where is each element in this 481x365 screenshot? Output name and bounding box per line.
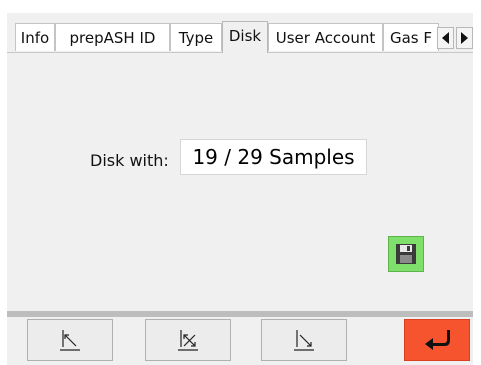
tab-gas[interactable]: Gas F [383, 23, 439, 51]
tab-scroll-left-button[interactable] [437, 27, 454, 49]
tab-scroll-buttons [437, 27, 473, 49]
triangle-left-icon [442, 32, 449, 44]
tab-prepash-id[interactable]: prepASH ID [55, 23, 170, 51]
arrow-up-left-icon [60, 330, 80, 351]
floppy-disk-icon [396, 244, 416, 264]
tab-scroll-right-button[interactable] [456, 27, 473, 49]
tab-strip: Info prepASH ID Type Disk User Account G… [7, 21, 473, 53]
nav-last-button[interactable] [261, 319, 347, 361]
app-window: Info prepASH ID Type Disk User Account G… [7, 13, 473, 365]
tab-type[interactable]: Type [170, 23, 222, 51]
nav-middle-button[interactable] [145, 319, 231, 361]
nav-first-button[interactable] [27, 319, 113, 361]
triangle-right-icon [461, 32, 468, 44]
disk-with-label: Disk with: [90, 151, 169, 170]
arrow-cross-icon [178, 330, 198, 351]
tab-info[interactable]: Info [15, 23, 55, 51]
bottom-divider [7, 311, 473, 317]
return-arrow-icon [425, 330, 450, 350]
arrow-down-right-icon [294, 330, 314, 351]
disk-samples-field: 19 / 29 Samples [180, 139, 367, 175]
save-button[interactable] [388, 236, 424, 272]
tab-user-account[interactable]: User Account [268, 23, 383, 51]
disk-tab-panel: Disk with: 19 / 29 Samples [7, 52, 473, 313]
tab-disk[interactable]: Disk [222, 21, 268, 53]
enter-button[interactable] [404, 319, 470, 361]
